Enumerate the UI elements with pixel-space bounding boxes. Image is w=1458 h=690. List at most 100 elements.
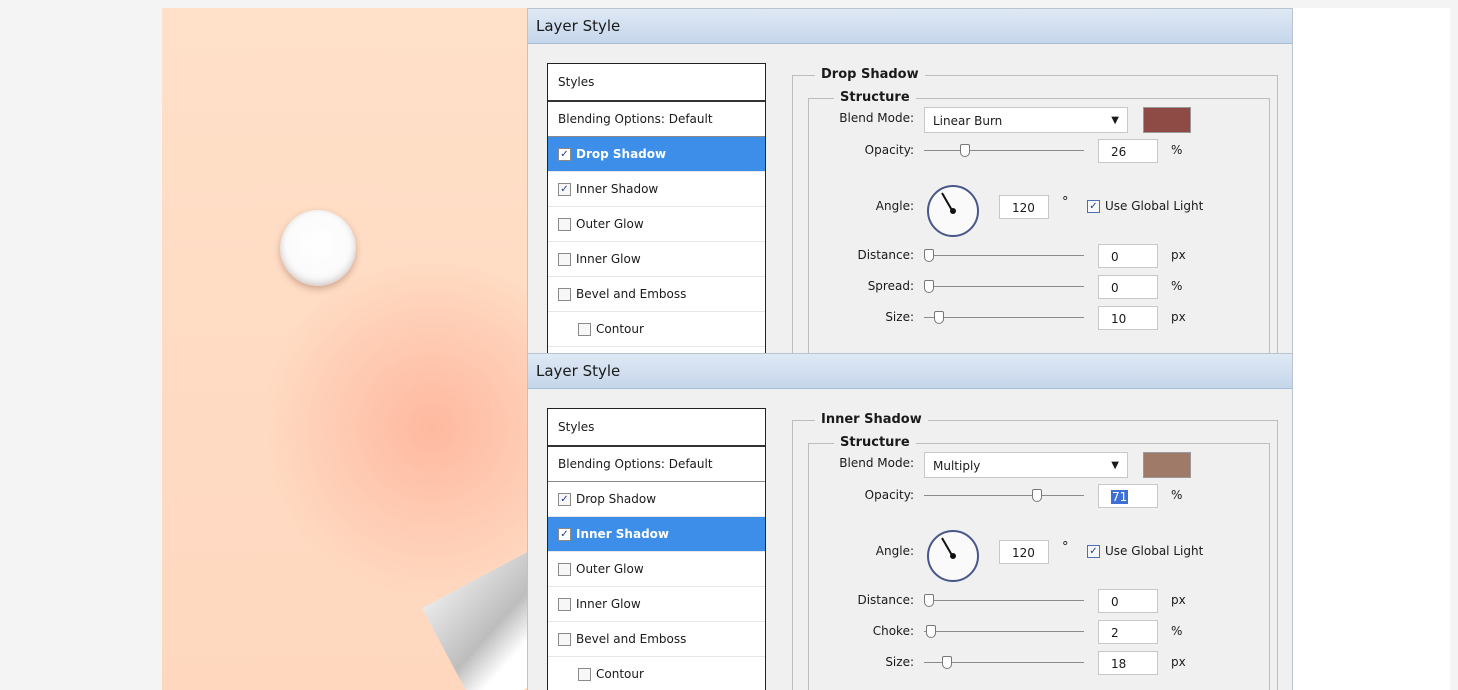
structure-title: Structure — [834, 435, 916, 450]
angle-dial[interactable] — [927, 185, 979, 237]
style-item-drop-shadow[interactable]: ✓ Drop Shadow — [548, 482, 765, 517]
blending-options-item[interactable]: Blending Options: Default — [548, 102, 765, 137]
use-global-light-checkbox[interactable]: ✓ Use Global Light — [1087, 544, 1203, 558]
chevron-down-icon: ▼ — [1111, 115, 1119, 126]
shadow-color-swatch[interactable] — [1143, 107, 1191, 133]
angle-label: Angle: — [875, 199, 914, 213]
checkbox-icon[interactable] — [558, 597, 571, 611]
slider-thumb[interactable] — [960, 144, 970, 157]
style-item-label: Inner Glow — [576, 252, 641, 266]
style-item-label: Outer Glow — [576, 217, 644, 231]
size-slider[interactable] — [924, 656, 1084, 669]
opacity-input[interactable]: 71 — [1098, 484, 1158, 508]
opacity-slider[interactable] — [924, 144, 1084, 157]
style-item-bevel-emboss[interactable]: Bevel and Emboss — [548, 622, 765, 657]
checkbox-icon[interactable] — [558, 252, 571, 266]
angle-input[interactable]: 120 — [999, 195, 1049, 219]
checkbox-icon[interactable]: ✓ — [558, 492, 571, 506]
checkbox-icon[interactable]: ✓ — [558, 182, 571, 196]
choke-slider[interactable] — [924, 625, 1084, 638]
styles-list: Styles Blending Options: Default ✓ Drop … — [547, 408, 766, 690]
angle-input[interactable]: 120 — [999, 540, 1049, 564]
style-item-outer-glow[interactable]: Outer Glow — [548, 552, 765, 587]
style-item-inner-glow[interactable]: Inner Glow — [548, 587, 765, 622]
shadow-color-swatch[interactable] — [1143, 452, 1191, 478]
blend-mode-select[interactable]: Multiply ▼ — [924, 452, 1128, 478]
checkbox-icon[interactable]: ✓ — [1087, 544, 1100, 558]
checkbox-icon[interactable]: ✓ — [558, 147, 571, 161]
spread-input[interactable]: 0 — [1098, 275, 1158, 299]
checkbox-icon[interactable]: ✓ — [558, 527, 571, 541]
size-value: 10 — [1111, 312, 1127, 326]
slider-thumb[interactable] — [926, 625, 936, 638]
use-global-light-label: Use Global Light — [1105, 544, 1204, 558]
degree-symbol: ° — [1062, 195, 1069, 210]
use-global-light-checkbox[interactable]: ✓ Use Global Light — [1087, 199, 1203, 213]
size-input[interactable]: 18 — [1098, 651, 1158, 675]
distance-input[interactable]: 0 — [1098, 589, 1158, 613]
style-item-contour[interactable]: Contour — [548, 657, 765, 690]
checkbox-icon[interactable] — [558, 562, 571, 576]
checkbox-icon[interactable] — [578, 322, 591, 336]
opacity-input[interactable]: 26 — [1098, 139, 1158, 163]
spread-row: Spread: 0 % — [809, 275, 1269, 301]
distance-row: Distance: 0 px — [809, 589, 1269, 615]
white-orb-artwork — [280, 210, 356, 286]
size-label: Size: — [885, 310, 914, 324]
distance-value: 0 — [1111, 250, 1119, 264]
styles-header[interactable]: Styles — [548, 64, 765, 102]
choke-row: Choke: 2 % — [809, 620, 1269, 646]
size-input[interactable]: 10 — [1098, 306, 1158, 330]
size-value: 18 — [1111, 657, 1127, 671]
opacity-slider[interactable] — [924, 489, 1084, 502]
checkbox-icon[interactable] — [558, 632, 571, 646]
style-item-label: Drop Shadow — [576, 492, 657, 506]
style-item-label: Bevel and Emboss — [576, 632, 687, 646]
distance-value: 0 — [1111, 595, 1119, 609]
blending-options-item[interactable]: Blending Options: Default — [548, 447, 765, 482]
structure-group: Structure Blend Mode: Linear Burn ▼ Opac… — [808, 90, 1270, 355]
angle-label: Angle: — [875, 544, 914, 558]
style-item-bevel-emboss[interactable]: Bevel and Emboss — [548, 277, 765, 312]
distance-input[interactable]: 0 — [1098, 244, 1158, 268]
structure-title: Structure — [834, 90, 916, 105]
slider-thumb[interactable] — [924, 249, 934, 262]
distance-slider[interactable] — [924, 249, 1084, 262]
effect-settings-group: Drop Shadow Structure Blend Mode: Linear… — [792, 67, 1278, 355]
style-item-contour[interactable]: Contour — [548, 312, 765, 347]
opacity-unit: % — [1171, 488, 1183, 502]
opacity-unit: % — [1171, 143, 1183, 157]
checkbox-icon[interactable] — [558, 287, 571, 301]
slider-thumb[interactable] — [924, 594, 934, 607]
size-slider[interactable] — [924, 311, 1084, 324]
style-item-label: Contour — [596, 322, 644, 336]
angle-dial[interactable] — [927, 530, 979, 582]
style-item-label: Inner Glow — [576, 597, 641, 611]
checkbox-icon[interactable] — [578, 667, 591, 681]
style-item-inner-shadow[interactable]: ✓ Inner Shadow — [548, 517, 765, 552]
opacity-value: 26 — [1111, 145, 1127, 159]
checkbox-icon[interactable]: ✓ — [1087, 199, 1100, 213]
style-item-inner-glow[interactable]: Inner Glow — [548, 242, 765, 277]
styles-header[interactable]: Styles — [548, 409, 765, 447]
slider-thumb[interactable] — [924, 280, 934, 293]
style-item-label: Inner Shadow — [576, 182, 659, 196]
style-item-outer-glow[interactable]: Outer Glow — [548, 207, 765, 242]
distance-slider[interactable] — [924, 594, 1084, 607]
style-item-drop-shadow[interactable]: ✓ Drop Shadow — [548, 137, 765, 172]
angle-row: Angle: 120 ° ✓ Use Global Light — [809, 185, 1269, 237]
slider-thumb[interactable] — [942, 656, 952, 669]
spread-slider[interactable] — [924, 280, 1084, 293]
panel-title: Inner Shadow — [815, 412, 928, 427]
distance-row: Distance: 0 px — [809, 244, 1269, 270]
spread-value: 0 — [1111, 281, 1119, 295]
style-item-inner-shadow[interactable]: ✓ Inner Shadow — [548, 172, 765, 207]
blend-mode-select[interactable]: Linear Burn ▼ — [924, 107, 1128, 133]
document-canvas: Layer Style Styles Blending Options: Def… — [162, 8, 1450, 690]
checkbox-icon[interactable] — [558, 217, 571, 231]
slider-thumb[interactable] — [934, 311, 944, 324]
distance-label: Distance: — [857, 593, 914, 607]
choke-input[interactable]: 2 — [1098, 620, 1158, 644]
slider-thumb[interactable] — [1032, 489, 1042, 502]
blend-mode-label: Blend Mode: — [839, 111, 914, 125]
